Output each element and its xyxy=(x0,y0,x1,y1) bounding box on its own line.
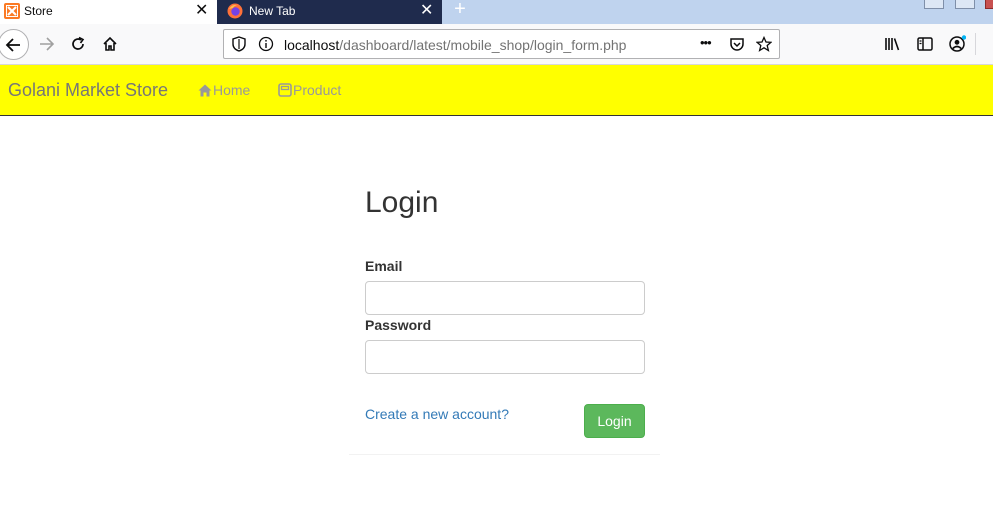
more-actions-icon[interactable]: ••• xyxy=(700,35,722,51)
nav-product-label: Product xyxy=(293,82,342,98)
login-button[interactable]: Login xyxy=(584,404,645,438)
url-path: /dashboard/latest/mobile_shop/login_form… xyxy=(339,37,627,53)
login-title: Login xyxy=(365,186,439,219)
forward-button[interactable] xyxy=(31,28,61,60)
reload-button[interactable] xyxy=(63,28,93,60)
sidebar-icon[interactable] xyxy=(916,35,934,53)
back-icon xyxy=(5,38,20,52)
nav-home[interactable]: Home xyxy=(198,82,250,98)
nav-home-label: Home xyxy=(213,82,251,98)
close-tab-icon[interactable]: ✕ xyxy=(195,3,208,19)
shield-icon[interactable] xyxy=(232,36,248,52)
password-field[interactable] xyxy=(365,340,645,374)
create-account-link[interactable]: Create a new account? xyxy=(365,406,509,422)
reload-icon xyxy=(72,36,85,50)
home-button[interactable] xyxy=(95,28,125,60)
url-bar[interactable]: localhost/dashboard/latest/mobile_shop/l… xyxy=(223,29,780,59)
firefox-icon xyxy=(227,3,243,19)
info-icon[interactable] xyxy=(258,36,274,52)
xampp-icon xyxy=(4,3,20,19)
nav-product[interactable]: Product xyxy=(278,82,341,98)
library-icon[interactable] xyxy=(884,35,902,53)
new-tab-button[interactable]: + xyxy=(448,0,472,22)
close-tab-icon[interactable]: ✕ xyxy=(420,3,433,19)
tab-title: Store xyxy=(24,4,53,18)
tab-title: New Tab xyxy=(249,4,296,18)
login-panel: Login Email Password Create a new accoun… xyxy=(349,166,660,455)
close-window-button[interactable] xyxy=(985,0,993,9)
pocket-icon[interactable] xyxy=(729,36,745,52)
home-icon xyxy=(103,36,117,51)
tab-new-tab[interactable]: New Tab ✕ xyxy=(217,0,442,24)
tab-store[interactable]: Store ✕ xyxy=(0,0,217,24)
toolbar-divider xyxy=(975,33,976,55)
brand-link[interactable]: Golani Market Store xyxy=(8,80,168,101)
account-icon[interactable] xyxy=(948,35,967,53)
minimize-button[interactable] xyxy=(924,0,944,9)
url-text[interactable]: localhost/dashboard/latest/mobile_shop/l… xyxy=(284,37,626,53)
email-field[interactable] xyxy=(365,281,645,315)
email-label: Email xyxy=(365,258,403,274)
tab-strip: Store ✕ New Tab ✕ + xyxy=(0,0,993,24)
maximize-button[interactable] xyxy=(955,0,975,9)
forward-icon xyxy=(40,37,55,51)
url-host: localhost xyxy=(284,37,340,53)
bookmark-star-icon[interactable] xyxy=(755,35,773,52)
back-button[interactable] xyxy=(0,29,29,60)
password-label: Password xyxy=(365,317,432,333)
browser-toolbar: localhost/dashboard/latest/mobile_shop/l… xyxy=(0,24,993,65)
site-navbar: Golani Market Store Home Product xyxy=(0,65,993,116)
home-icon xyxy=(198,84,212,96)
product-icon xyxy=(278,83,292,97)
